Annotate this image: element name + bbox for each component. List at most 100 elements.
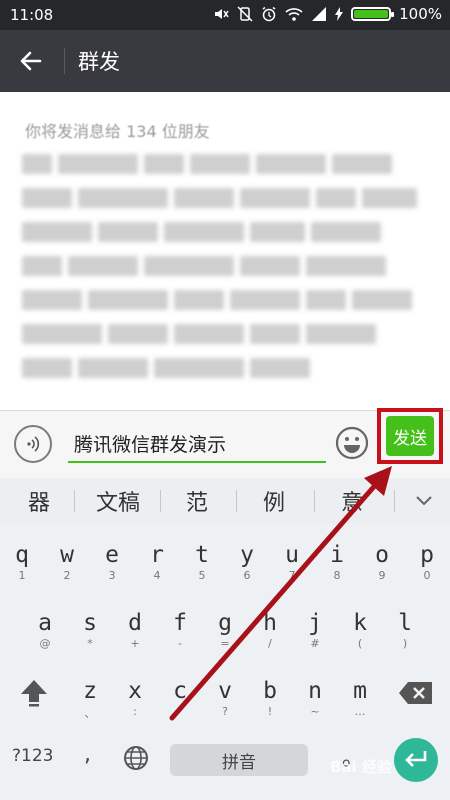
page-title: 群发 [78, 50, 120, 74]
key-letter: e [105, 542, 119, 568]
voice-input-button[interactable] [14, 425, 52, 463]
key-secondary: ' [178, 705, 182, 718]
key-letter: s [83, 610, 97, 636]
key-secondary: @ [39, 637, 51, 650]
candidate-item[interactable]: 器 [14, 478, 64, 524]
blurred-names-row [22, 290, 412, 310]
key-e[interactable]: e3 [93, 536, 131, 594]
blurred-names-row [22, 256, 386, 276]
key-v[interactable]: v? [206, 672, 244, 730]
shift-key[interactable] [18, 676, 54, 716]
key-letter: k [353, 610, 367, 636]
key-secondary: ~ [310, 705, 320, 718]
key-letter: u [285, 542, 299, 568]
alarm-icon [262, 6, 276, 22]
key-l[interactable]: l) [386, 604, 424, 662]
space-key[interactable]: 拼音 [170, 744, 308, 776]
key-secondary: : [133, 705, 137, 718]
message-input[interactable] [68, 425, 326, 463]
key-letter: c [173, 678, 187, 704]
symbols-key[interactable]: ?123 [12, 746, 53, 766]
blurred-names-row [22, 358, 310, 378]
key-c[interactable]: c ' [161, 672, 199, 730]
send-button[interactable]: 发送 [386, 416, 434, 456]
wifi-icon [285, 8, 303, 21]
key-u[interactable]: u7 [273, 536, 311, 594]
key-n[interactable]: n ~ [296, 672, 334, 730]
key-secondary: # [310, 637, 320, 650]
key-secondary: 9 [378, 569, 386, 582]
key-w[interactable]: w2 [48, 536, 86, 594]
key-q[interactable]: q1 [3, 536, 41, 594]
battery-level [354, 10, 389, 18]
candidate-item[interactable]: 文稿 [84, 478, 152, 524]
key-d[interactable]: d + [116, 604, 154, 662]
chevron-down-icon [416, 496, 432, 506]
signal-icon [312, 7, 327, 21]
key-secondary: 4 [153, 569, 161, 582]
delete-key[interactable] [398, 680, 434, 710]
key-f[interactable]: f- [161, 604, 199, 662]
key-k[interactable]: k( [341, 604, 379, 662]
key-i[interactable]: i8 [318, 536, 356, 594]
emoji-icon [335, 426, 369, 460]
battery-icon [351, 7, 395, 21]
key-secondary: ? [222, 705, 228, 718]
blurred-names-row [22, 188, 417, 208]
key-secondary: 3 [108, 569, 116, 582]
key-x[interactable]: x: [116, 672, 154, 730]
key-secondary: - [178, 637, 182, 650]
backspace-icon [399, 682, 432, 704]
recipient-count-text: 你将发消息给 134 位朋友 [25, 122, 210, 141]
back-arrow-icon [20, 51, 42, 71]
shift-icon [21, 680, 47, 707]
status-bar: 11:08 100% [0, 0, 450, 30]
key-secondary: ) [402, 637, 408, 650]
key-secondary: ( [357, 637, 363, 650]
key-letter: w [60, 542, 74, 568]
key-letter: z [83, 678, 97, 704]
key-letter: t [195, 542, 209, 568]
candidate-item[interactable]: 例 [246, 478, 302, 524]
charging-icon [335, 7, 344, 21]
key-z[interactable]: z、 [71, 672, 109, 730]
blurred-names-row [22, 324, 376, 344]
language-key[interactable] [122, 744, 150, 772]
comma-key[interactable]: , [84, 742, 91, 767]
key-m[interactable]: m… [341, 672, 379, 730]
key-r[interactable]: r4 [138, 536, 176, 594]
enter-key[interactable] [394, 738, 438, 782]
back-button[interactable] [14, 44, 48, 78]
ime-candidate-bar: 器 文稿 范 例 意 [0, 478, 450, 525]
key-g[interactable]: g = [206, 604, 244, 662]
emoji-button[interactable] [334, 425, 370, 461]
key-o[interactable]: o9 [363, 536, 401, 594]
key-t[interactable]: t5 [183, 536, 221, 594]
key-letter: p [420, 542, 434, 568]
key-secondary: 5 [198, 569, 206, 582]
key-a[interactable]: a @ [26, 604, 64, 662]
key-secondary: / [268, 637, 272, 650]
key-letter: g [218, 610, 232, 636]
key-b[interactable]: b! [251, 672, 289, 730]
blurred-names-row [22, 154, 392, 174]
key-p[interactable]: p0 [408, 536, 446, 594]
key-secondary: 、 [84, 707, 96, 720]
key-letter: n [308, 678, 322, 704]
key-letter: r [150, 542, 164, 568]
key-j[interactable]: j # [296, 604, 334, 662]
key-letter: d [128, 610, 142, 636]
key-h[interactable]: h / [251, 604, 289, 662]
key-letter: f [173, 610, 187, 636]
candidate-item[interactable]: 范 [170, 478, 224, 524]
key-letter: b [263, 678, 277, 704]
ime-keyboard: q1 w2 e3 r4 t5 y6 u7 i8 o9 p0 a @ s * d + f… [0, 524, 450, 800]
key-s[interactable]: s * [71, 604, 109, 662]
candidate-divider [314, 490, 315, 512]
key-letter: i [330, 542, 344, 568]
key-secondary: 1 [18, 569, 26, 582]
collapse-candidates-button[interactable] [406, 478, 442, 524]
candidate-item[interactable]: 意 [324, 478, 380, 524]
recipient-list-panel: 你将发消息给 134 位朋友 [0, 92, 450, 410]
key-y[interactable]: y6 [228, 536, 266, 594]
